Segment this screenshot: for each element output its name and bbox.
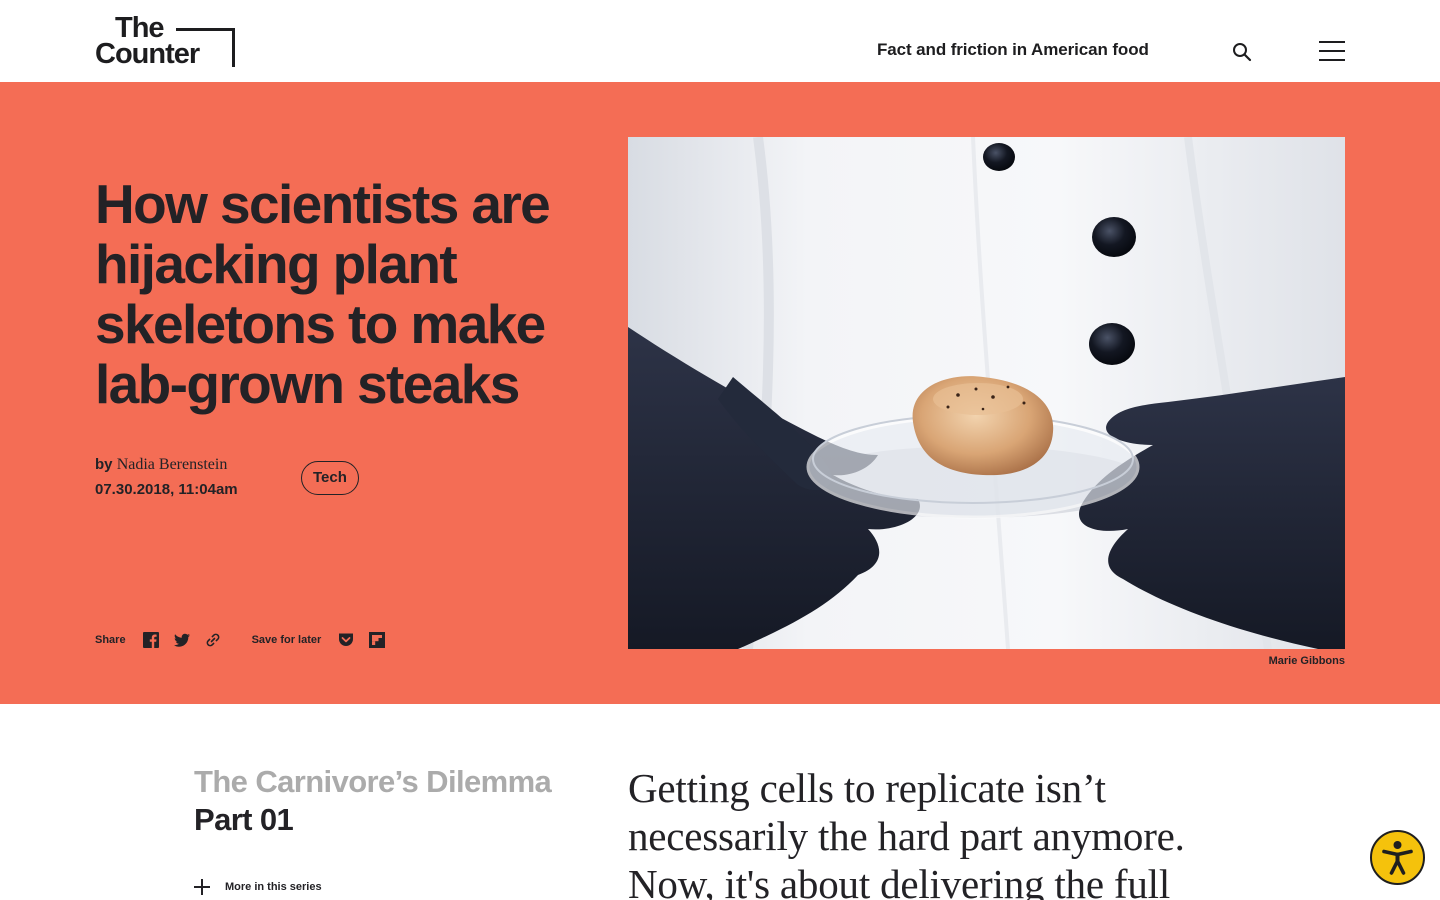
photo-credit: Marie Gibbons xyxy=(1268,655,1345,667)
logo-bracket-top xyxy=(176,28,235,31)
publish-date: 07.30.2018, 11:04am xyxy=(95,481,238,498)
search-button[interactable] xyxy=(1230,40,1254,64)
accessibility-button[interactable] xyxy=(1370,830,1425,885)
tag-tech[interactable]: Tech xyxy=(301,461,359,495)
byline-prefix: by xyxy=(95,456,113,473)
search-icon xyxy=(1233,43,1252,62)
accessibility-icon xyxy=(1382,841,1413,875)
plus-icon xyxy=(194,879,210,895)
more-in-series-toggle[interactable]: More in this series xyxy=(194,878,322,896)
series-part: Part 01 xyxy=(194,802,294,837)
facebook-icon[interactable] xyxy=(142,631,160,649)
hero-image xyxy=(628,137,1345,649)
series-title[interactable]: The Carnivore’s Dilemma xyxy=(194,764,552,800)
menu-button[interactable] xyxy=(1319,41,1345,63)
logo-line-2: Counter xyxy=(95,38,200,70)
logo-bracket-side xyxy=(232,28,235,67)
twitter-icon[interactable] xyxy=(173,631,191,649)
flipboard-icon[interactable] xyxy=(368,631,386,649)
site-header: The Counter Fact and friction in America… xyxy=(0,0,1440,82)
site-logo[interactable]: The Counter xyxy=(95,14,237,70)
link-icon[interactable] xyxy=(204,631,222,649)
article-dek: Getting cells to replicate isn’t necessa… xyxy=(628,765,1185,900)
author-link[interactable]: Nadia Berenstein xyxy=(117,456,228,473)
pocket-icon[interactable] xyxy=(337,631,355,649)
lab-grown-meat-photo xyxy=(628,137,1345,649)
article-headline: How scientists are hijacking plant skele… xyxy=(95,173,551,415)
article-hero: How scientists are hijacking plant skele… xyxy=(0,82,1440,704)
more-in-series-label: More in this series xyxy=(225,881,322,893)
save-for-later-label: Save for later xyxy=(251,634,322,646)
byline: by Nadia Berenstein xyxy=(95,456,227,474)
share-bar: Share Save for later xyxy=(95,630,399,650)
share-label: Share xyxy=(95,634,126,646)
site-tagline: Fact and friction in American food xyxy=(877,40,1149,59)
